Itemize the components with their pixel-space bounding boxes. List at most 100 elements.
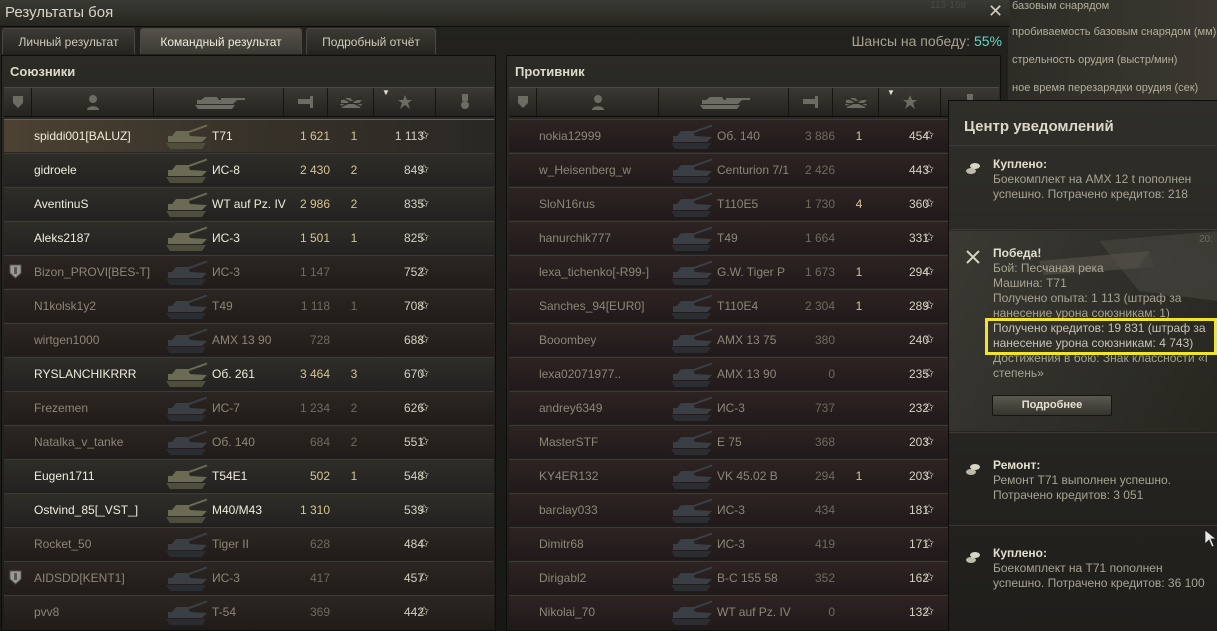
- player-row[interactable]: pvv8 T-54 369 442 ✩: [4, 595, 494, 628]
- player-row[interactable]: Natalka_v_tanke Об. 140 684 2 551 ✩: [4, 425, 494, 458]
- player-row[interactable]: Aleks2187 ИС-3 1 501 1 825 ✩: [4, 221, 494, 254]
- vehicle-name: T110E5: [717, 197, 759, 211]
- details-button[interactable]: Подробнее: [992, 395, 1112, 416]
- close-icon[interactable]: ✕: [988, 2, 1003, 20]
- player-row[interactable]: SloN16rus T110E5 1 730 4 360 ✩: [509, 187, 999, 220]
- player-row[interactable]: Nikolai_70 WT auf Pz. IV 0 132 ✩: [509, 595, 999, 628]
- player-row[interactable]: Sanches_94[EUR0] T110E4 2 304 1 289 ✩: [509, 289, 999, 322]
- player-row[interactable]: lexa02071977.. AMX 13 90 0 235 ✩: [509, 357, 999, 390]
- star-icon: ✩: [419, 570, 430, 584]
- xp-value: 235: [908, 367, 929, 381]
- star-icon: ✩: [419, 332, 430, 346]
- vehicle-icon: [164, 360, 210, 388]
- enemy-rows: nokia12999 Об. 140 3 886 1 454 ✩ w_Heisenberg_…: [509, 119, 999, 629]
- mouse-cursor-icon: [1205, 530, 1217, 548]
- damage-value: 2 986: [299, 197, 330, 211]
- sort-kills-column[interactable]: [328, 88, 374, 116]
- player-name: spiddi001[BALUZ]: [34, 129, 131, 143]
- vehicle-name: AMX 13 90: [212, 333, 272, 347]
- player-row[interactable]: lexa_tichenko[-R99-] G.W. Tiger P 1 673 1 29…: [509, 255, 999, 288]
- sort-vehicle-column[interactable]: [154, 88, 284, 116]
- player-row[interactable]: Bizon_PROVI[BES-T] ИС-3 1 147 752 ✩: [4, 255, 494, 288]
- player-row[interactable]: nokia12999 Об. 140 3 886 1 454 ✩: [509, 119, 999, 152]
- vehicle-icon: [669, 462, 715, 490]
- vehicle-icon: [164, 428, 210, 456]
- vehicle-name: ИС-3: [717, 503, 745, 517]
- xp-value: 1 113: [394, 129, 424, 143]
- star-icon: ✩: [924, 332, 935, 346]
- sort-player-column[interactable]: [537, 88, 659, 116]
- star-icon: ✩: [419, 196, 430, 210]
- star-icon: ✩: [419, 400, 430, 414]
- player-row[interactable]: Frezemen ИС-7 1 234 2 626 ✩: [4, 391, 494, 424]
- damage-value: 2 430: [299, 163, 330, 177]
- player-row[interactable]: Booombey AMX 13 75 380 240 ✩: [509, 323, 999, 356]
- player-row[interactable]: N1kolsk1y2 T49 1 118 1 708 ✩: [4, 289, 494, 322]
- battle-results-window: базовым снарядом пробиваемость базовым с…: [0, 0, 1217, 631]
- star-icon: ✩: [419, 604, 430, 618]
- sort-clan-column[interactable]: [4, 88, 32, 116]
- player-row[interactable]: Eugen1711 T54E1 502 1 548 ✩: [4, 459, 494, 492]
- allies-panel: Союзники ▼ spiddi001[BALUZ] T71 1 621 1 …: [1, 55, 496, 631]
- star-icon: ✩: [419, 298, 430, 312]
- xp-value: 294: [908, 265, 929, 279]
- xp-value: 289: [908, 299, 929, 313]
- xp-value: 548: [403, 469, 424, 483]
- win-chance: Шансы на победу: 55%: [852, 33, 1002, 49]
- kills-value: 3: [350, 367, 358, 381]
- player-name: SloN16rus: [539, 197, 596, 211]
- ally-rows: spiddi001[BALUZ] T71 1 621 1 1 113 ✩ gidroele И…: [4, 119, 494, 629]
- player-row[interactable]: spiddi001[BALUZ] T71 1 621 1 1 113 ✩: [4, 119, 494, 152]
- sort-damage-column[interactable]: [789, 88, 833, 116]
- sort-clan-column[interactable]: [509, 88, 537, 116]
- damage-value: 417: [309, 571, 330, 585]
- player-row[interactable]: KY4ER132 VK 45.02 B 294 1 203 ✩: [509, 459, 999, 492]
- notification-heading: Победа!: [993, 246, 1042, 260]
- sort-xp-column[interactable]: ▼: [879, 88, 941, 116]
- player-row[interactable]: w_Heisenberg_w Centurion 7/1 2 426 443 ✩: [509, 153, 999, 186]
- divider: [949, 525, 1217, 526]
- notification-line: успешно. Потрачено кредитов: 218: [993, 187, 1188, 201]
- player-row[interactable]: AventinuS WT auf Pz. IV 2 986 2 835 ✩: [4, 187, 494, 220]
- notification-line: Боекомплект на AMX 12 t пополнен: [993, 172, 1192, 186]
- tab-personal-result[interactable]: Личный результат: [2, 28, 135, 54]
- sort-kills-column[interactable]: [833, 88, 879, 116]
- tab-team-result[interactable]: Командный результат: [140, 28, 302, 54]
- player-row[interactable]: RYSLANCHIKRRR Об. 261 3 464 3 670 ✩: [4, 357, 494, 390]
- star-icon: ✩: [924, 264, 935, 278]
- tab-detailed-report[interactable]: Подробный отчёт: [306, 28, 436, 54]
- player-row[interactable]: AIDSDD[KENT1] ИС-3 417 457 ✩: [4, 561, 494, 594]
- sort-player-column[interactable]: [32, 88, 154, 116]
- coins-icon: [966, 552, 980, 563]
- coins-icon: [966, 163, 980, 174]
- damage-value: 352: [814, 571, 835, 585]
- player-row[interactable]: wirtgen1000 AMX 13 90 728 688 ✩: [4, 323, 494, 356]
- kills-value: 1: [855, 299, 863, 313]
- sort-xp-column[interactable]: ▼: [374, 88, 436, 116]
- sort-damage-column[interactable]: [284, 88, 328, 116]
- player-row[interactable]: MasterSTF E 75 368 203 ✩: [509, 425, 999, 458]
- vehicle-name: VK 45.02 B: [717, 469, 778, 483]
- player-row[interactable]: Dirigabl2 B-C 155 58 352 162 ✩: [509, 561, 999, 594]
- damage-value: 368: [814, 435, 835, 449]
- star-icon: ✩: [419, 128, 430, 142]
- sort-medals-column[interactable]: [436, 88, 494, 116]
- player-row[interactable]: barclay033 ИС-3 434 181 ✩: [509, 493, 999, 526]
- star-icon: ✩: [924, 128, 935, 142]
- player-row[interactable]: hanurchik777 T49 1 664 331 ✩: [509, 221, 999, 254]
- damage-value: 419: [814, 537, 835, 551]
- star-icon: ✩: [419, 468, 430, 482]
- sort-vehicle-column[interactable]: [659, 88, 789, 116]
- player-name: Dimitr68: [539, 537, 584, 551]
- notification-line: Машина: T71: [993, 276, 1067, 290]
- star-icon: ✩: [419, 264, 430, 278]
- player-row[interactable]: Rocket_50 Tiger II 628 484 ✩: [4, 527, 494, 560]
- divider: [949, 145, 1217, 146]
- vehicle-icon: [669, 258, 715, 286]
- player-row[interactable]: Ostvind_85[_VST_] M40/M43 1 310 539 ✩: [4, 493, 494, 526]
- vehicle-icon: [164, 156, 210, 184]
- player-row[interactable]: Dimitr68 ИС-3 419 171 ✩: [509, 527, 999, 560]
- damage-value: 1 234: [299, 401, 330, 415]
- player-row[interactable]: andrey6349 ИС-3 737 232 ✩: [509, 391, 999, 424]
- player-row[interactable]: gidroele ИС-8 2 430 2 849 ✩: [4, 153, 494, 186]
